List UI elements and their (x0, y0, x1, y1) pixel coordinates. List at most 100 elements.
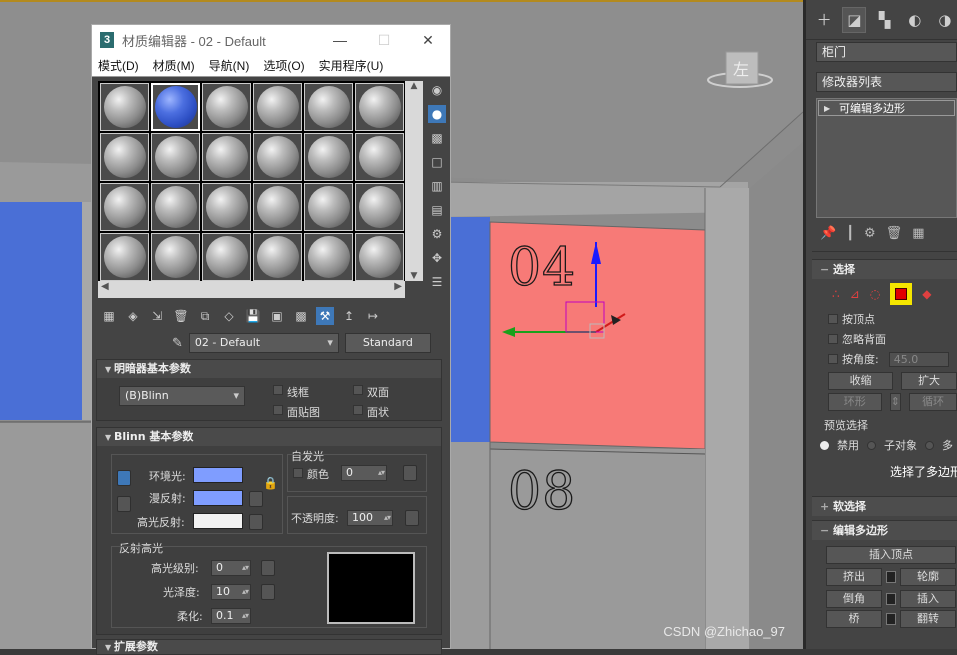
eyedropper-icon[interactable]: ✎ (172, 336, 183, 351)
ambient-color-swatch[interactable] (193, 467, 243, 483)
put-to-scene-icon[interactable]: ◈ (124, 307, 142, 325)
material-slot[interactable] (100, 83, 149, 131)
material-slot[interactable] (151, 183, 200, 231)
material-slot[interactable] (202, 183, 251, 231)
glossiness-map-button[interactable] (261, 584, 275, 600)
modifier-stack[interactable]: 可编辑多边形 (816, 98, 957, 218)
specular-map-button[interactable] (249, 514, 263, 530)
lock-diffuse-specular-icon[interactable] (117, 496, 131, 512)
faceted-checkbox[interactable] (353, 405, 363, 415)
soften-spinner[interactable]: 0.1 (211, 608, 251, 624)
make-preview-icon[interactable]: ▤ (428, 201, 446, 219)
stack-item-editable-poly[interactable]: 可编辑多边形 (818, 100, 955, 117)
element-mode-icon[interactable]: ◆ (922, 287, 931, 301)
pin-stack-icon[interactable]: 📌 (820, 226, 836, 241)
self-illum-spinner[interactable]: 0 (341, 465, 387, 481)
extended-rollout-header[interactable]: 扩展参数 (97, 640, 441, 654)
shrink-button[interactable]: 收缩 (828, 372, 894, 390)
motion-tab-icon[interactable]: ◐ (903, 7, 927, 33)
material-id-channel-icon[interactable]: ▣ (268, 307, 286, 325)
shader-rollout-header[interactable]: 明暗器基本参数 (97, 360, 441, 378)
put-to-library-icon[interactable]: 💾 (244, 307, 262, 325)
show-end-result-icon[interactable]: ┃ (846, 226, 854, 241)
ignore-backfacing-checkbox[interactable]: 忽略背面 (806, 329, 957, 349)
border-mode-icon[interactable]: ◌ (870, 287, 880, 301)
material-slot[interactable] (304, 133, 353, 181)
inset-button[interactable]: 插入 (900, 590, 956, 608)
material-slot[interactable] (151, 133, 200, 181)
create-tab-icon[interactable]: ＋ (812, 7, 836, 33)
grow-button[interactable]: 扩大 (901, 372, 957, 390)
soft-selection-rollout-header[interactable]: 软选择 (812, 496, 957, 516)
opacity-spinner[interactable]: 100 (347, 510, 393, 526)
material-slot[interactable] (202, 233, 251, 281)
by-vertex-checkbox[interactable]: 按顶点 (806, 309, 957, 329)
blinn-rollout-header[interactable]: Blinn 基本参数 (97, 428, 441, 446)
copy-material-icon[interactable]: ⧉ (196, 307, 214, 325)
minimize-icon[interactable]: — (318, 32, 362, 49)
ring-spinner-icon[interactable]: ⇕ (889, 393, 902, 411)
menu-options[interactable]: 选项(O) (263, 57, 304, 74)
material-slot[interactable] (253, 133, 302, 181)
ring-button[interactable]: 环形 (828, 393, 882, 411)
specular-level-spinner[interactable]: 0 (211, 560, 251, 576)
material-slot[interactable] (151, 233, 200, 281)
self-illum-map-button[interactable] (403, 465, 417, 481)
specular-level-map-button[interactable] (261, 560, 275, 576)
go-to-parent-icon[interactable]: ↥ (340, 307, 358, 325)
polygon-mode-icon[interactable] (890, 283, 913, 305)
preview-subobj-radio[interactable] (867, 440, 876, 450)
video-color-check-icon[interactable]: ▥ (428, 177, 446, 195)
hierarchy-tab-icon[interactable]: ▚ (872, 7, 896, 33)
get-material-icon[interactable]: ▦ (100, 307, 118, 325)
lock-ambient-diffuse-icon[interactable] (117, 470, 131, 486)
menu-mode[interactable]: 模式(D) (98, 57, 139, 74)
select-by-material-icon[interactable]: ✥ (428, 249, 446, 267)
material-slot[interactable] (304, 83, 353, 131)
material-slot[interactable] (151, 83, 200, 131)
show-shaded-material-icon[interactable]: ▩ (292, 307, 310, 325)
material-slot[interactable] (355, 233, 404, 281)
outline-button[interactable]: 轮廓 (900, 568, 956, 586)
reset-map-icon[interactable]: 🗑 (172, 307, 190, 325)
shader-type-dropdown[interactable]: (B)Blinn (119, 386, 245, 406)
maximize-icon[interactable]: ☐ (362, 32, 406, 49)
preview-multi-radio[interactable] (925, 440, 934, 450)
extrude-settings-icon[interactable] (886, 571, 896, 583)
two-sided-checkbox[interactable] (353, 385, 363, 395)
by-angle-checkbox[interactable]: 按角度: 45.0 (806, 349, 957, 369)
material-slot[interactable] (100, 133, 149, 181)
object-name-field[interactable]: 柜门 (816, 42, 957, 62)
selection-rollout-header[interactable]: 选择 (812, 259, 957, 279)
diffuse-color-swatch[interactable] (193, 490, 243, 506)
opacity-map-button[interactable] (405, 510, 419, 526)
material-slot[interactable] (304, 183, 353, 231)
bevel-button[interactable]: 倒角 (826, 590, 882, 608)
bevel-settings-icon[interactable] (886, 593, 896, 605)
material-slot[interactable] (253, 83, 302, 131)
make-unique-icon[interactable]: ⚙ (864, 226, 876, 241)
backlight-icon[interactable]: ● (428, 105, 446, 123)
options-icon[interactable]: ⚙ (428, 225, 446, 243)
material-editor-titlebar[interactable]: 3 材质编辑器 - 02 - Default — ☐ ✕ (92, 25, 450, 55)
wire-checkbox[interactable] (273, 385, 283, 395)
extrude-button[interactable]: 挤出 (826, 568, 882, 586)
modifier-list-dropdown[interactable]: 修改器列表 (816, 72, 957, 92)
material-slot[interactable] (253, 233, 302, 281)
glossiness-spinner[interactable]: 10 (211, 584, 251, 600)
material-slot[interactable] (355, 183, 404, 231)
display-tab-icon[interactable]: ◑ (933, 7, 957, 33)
show-end-result-material-icon[interactable]: ⚒ (316, 307, 334, 325)
assign-to-selection-icon[interactable]: ⇲ (148, 307, 166, 325)
slots-vertical-scrollbar[interactable]: ▲ ▼ (405, 81, 423, 281)
configure-modifier-sets-icon[interactable]: ▦ (912, 226, 924, 241)
material-slot[interactable] (355, 83, 404, 131)
specular-color-swatch[interactable] (193, 513, 243, 529)
material-editor-window[interactable]: 3 材质编辑器 - 02 - Default — ☐ ✕ 模式(D) 材质(M)… (91, 24, 451, 655)
material-map-navigator-icon[interactable]: ☰ (428, 273, 446, 291)
menu-navigation[interactable]: 导航(N) (209, 57, 250, 74)
angle-spinner[interactable]: 45.0 (888, 351, 949, 367)
slots-horizontal-scrollbar[interactable]: ◀ ▶ (98, 281, 405, 298)
edit-polygons-rollout-header[interactable]: 编辑多边形 (812, 520, 957, 540)
bridge-button[interactable]: 桥 (826, 610, 882, 628)
